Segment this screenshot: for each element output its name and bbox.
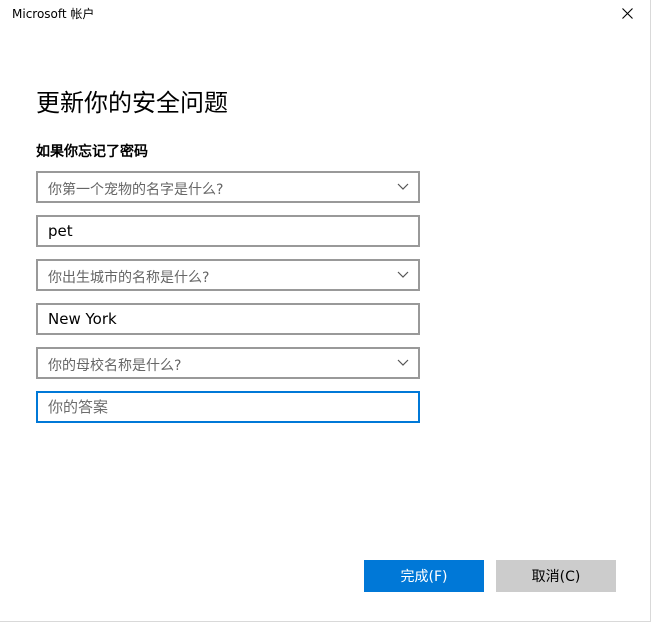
done-button[interactable]: 完成(F) xyxy=(364,560,484,592)
close-button[interactable] xyxy=(604,0,650,26)
dialog-window: Microsoft 帐户 更新你的安全问题 如果你忘记了密码 你第一个宠物的名字… xyxy=(0,0,651,622)
security-question-2-label: 你出生城市的名称是什么? xyxy=(48,270,210,286)
security-question-3-select[interactable]: 你的母校名称是什么? xyxy=(36,347,420,379)
chevron-down-icon xyxy=(397,183,409,190)
window-title: Microsoft 帐户 xyxy=(12,7,95,21)
security-answer-2-input[interactable] xyxy=(36,303,420,335)
security-question-2-select[interactable]: 你出生城市的名称是什么? xyxy=(36,259,420,291)
security-question-1-label: 你第一个宠物的名字是什么? xyxy=(48,182,224,198)
close-icon xyxy=(621,7,633,19)
cancel-button[interactable]: 取消(C) xyxy=(496,560,616,592)
page-title: 更新你的安全问题 xyxy=(36,89,228,117)
chevron-down-icon xyxy=(397,359,409,366)
security-question-3-label: 你的母校名称是什么? xyxy=(48,358,182,374)
security-answer-1-input[interactable] xyxy=(36,215,420,247)
title-bar: Microsoft 帐户 xyxy=(0,0,650,26)
section-subtitle: 如果你忘记了密码 xyxy=(36,144,148,160)
chevron-down-icon xyxy=(397,271,409,278)
security-question-1-select[interactable]: 你第一个宠物的名字是什么? xyxy=(36,171,420,203)
security-answer-3-input[interactable] xyxy=(36,391,420,423)
